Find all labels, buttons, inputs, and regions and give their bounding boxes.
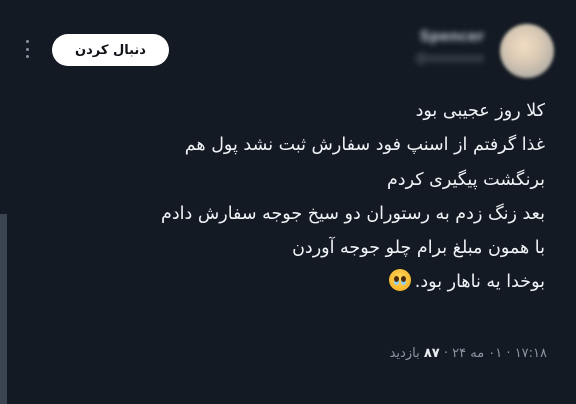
more-options-icon[interactable] [22, 40, 32, 58]
post-card: دنبال کردن Spencer xxxxxxxx@ کلا روز عجی… [0, 0, 576, 404]
views-label: بازدید [389, 346, 420, 361]
follow-button[interactable]: دنبال کردن [52, 34, 169, 66]
author-handle: xxxxxxxx@ [415, 51, 484, 65]
post-time[interactable]: ۱۷:۱۸ [515, 346, 547, 361]
post-text-line: غذا گرفتم از اسنپ فود سفارش ثبت نشد پول … [184, 135, 545, 156]
meta-separator: · [443, 346, 448, 361]
author-name[interactable]: Spencer [314, 26, 484, 48]
views-count: ۸۷ [423, 346, 440, 361]
post-text-line: بعد زنگ زدم به رستوران دو سیخ جوجه سفارش… [161, 203, 545, 224]
post-text: کلا روز عجیبی بود غذا گرفتم از اسنپ فود … [25, 94, 545, 300]
post-text-line: برنگشت پیگیری کردم [386, 169, 545, 190]
scrollbar[interactable] [0, 214, 7, 404]
post-meta: ۱۷:۱۸ · ۰۱ مه ۲۴ · ۸۷ بازدید [390, 346, 547, 361]
avatar[interactable] [500, 24, 554, 78]
meta-separator: · [506, 346, 511, 361]
post-text-line: با همون مبلغ برام چلو جوجه آوردن [292, 238, 545, 259]
post-date[interactable]: ۰۱ مه ۲۴ [452, 346, 502, 361]
post-text-line: کلا روز عجیبی بود [415, 101, 545, 121]
post-text-last-line: بوخدا یه ناهار بود. [25, 265, 545, 299]
post-text-line: بوخدا یه ناهار بود. [414, 272, 545, 293]
pleading-face-emoji-icon [388, 269, 411, 292]
author-info[interactable]: Spencer xxxxxxxx@ [314, 26, 484, 74]
